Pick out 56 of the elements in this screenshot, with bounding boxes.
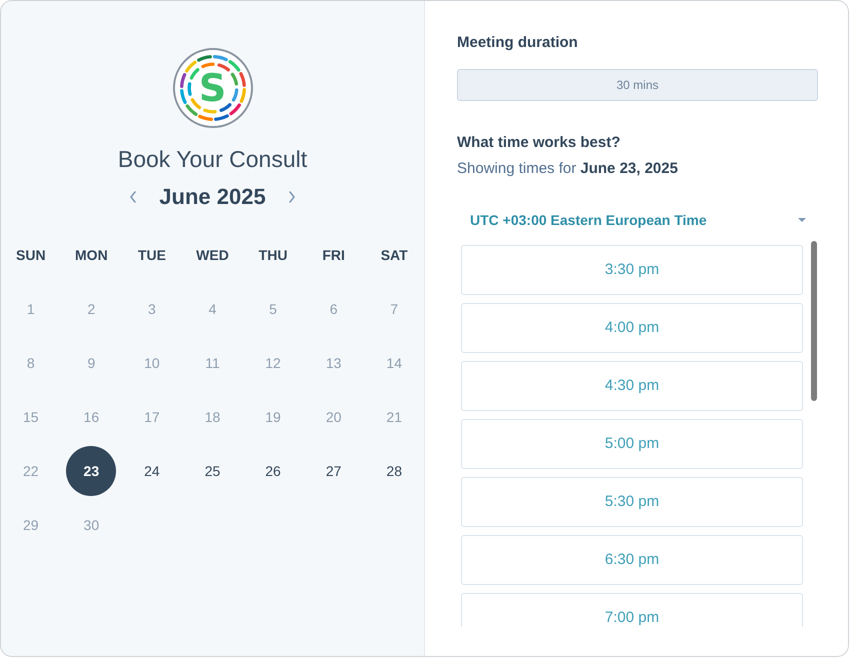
calendar-day[interactable]: 28 (369, 446, 420, 496)
chevron-right-icon (288, 191, 296, 203)
calendar-day: 3 (126, 284, 177, 334)
calendar-day: 18 (187, 392, 238, 442)
time-slot-button[interactable]: 3:30 pm (461, 245, 803, 295)
weekday-label: TUE (138, 246, 166, 265)
calendar-day: 12 (248, 338, 298, 388)
calendar-day: 14 (369, 338, 420, 388)
weekday-label: THU (258, 246, 288, 265)
calendar-day: 29 (6, 500, 56, 550)
month-label: June 2025 (158, 183, 267, 211)
chevron-left-icon (129, 191, 138, 203)
calendar-day[interactable]: 24 (126, 446, 177, 496)
calendar-day: 7 (369, 284, 420, 334)
calendar-day: 20 (308, 392, 359, 442)
weekday-label: MON (75, 246, 108, 265)
calendar-day: 16 (66, 392, 116, 442)
calendar-day: 9 (66, 338, 116, 388)
time-slot-button[interactable]: 7:00 pm (461, 593, 803, 627)
scrollbar-thumb[interactable] (811, 241, 817, 401)
calendar-day: 5 (248, 284, 298, 334)
caret-down-icon (798, 218, 806, 222)
calendar-day: 30 (66, 500, 116, 550)
calendar-day[interactable]: 23 (66, 446, 116, 496)
time-slot-button[interactable]: 6:30 pm (461, 535, 803, 585)
time-slot-button[interactable]: 5:00 pm (461, 419, 803, 469)
calendar-day: 11 (187, 338, 238, 388)
weekday-label: FRI (322, 246, 345, 265)
calendar-day: 2 (66, 284, 116, 334)
calendar-day: 21 (369, 392, 420, 442)
calendar-day: 6 (308, 284, 359, 334)
weekday-label: SUN (16, 246, 46, 265)
calendar-day: 8 (6, 338, 56, 388)
calendar-day: 10 (126, 338, 177, 388)
logo: S (172, 48, 252, 128)
duration-field: 30 mins (457, 69, 818, 101)
timezone-dropdown[interactable]: UTC +03:00 Eastern European Time (457, 205, 818, 235)
section-heading: What time works best? (457, 133, 622, 153)
time-slot-button[interactable]: 4:00 pm (461, 303, 803, 353)
calendar-day: 13 (308, 338, 359, 388)
section-heading: Meeting duration (457, 33, 579, 53)
calendar-day[interactable]: 27 (308, 446, 359, 496)
calendar-day: 17 (126, 392, 177, 442)
calendar-day[interactable]: 25 (187, 446, 238, 496)
calendar-day[interactable]: 26 (248, 446, 298, 496)
time-slot-button[interactable]: 5:30 pm (461, 477, 803, 527)
calendar-day: 15 (6, 392, 56, 442)
time-slot-button[interactable]: 4:30 pm (461, 361, 803, 411)
weekday-label: SAT (380, 246, 408, 265)
date-subtitle: Showing times for June 23, 2025 (457, 159, 679, 179)
weekday-label: WED (196, 246, 229, 265)
calendar-day: 22 (6, 446, 56, 496)
page-title: Book Your Consult (118, 145, 308, 174)
calendar-day: 19 (248, 392, 298, 442)
calendar-day: 4 (187, 284, 238, 334)
calendar-day: 1 (6, 284, 56, 334)
